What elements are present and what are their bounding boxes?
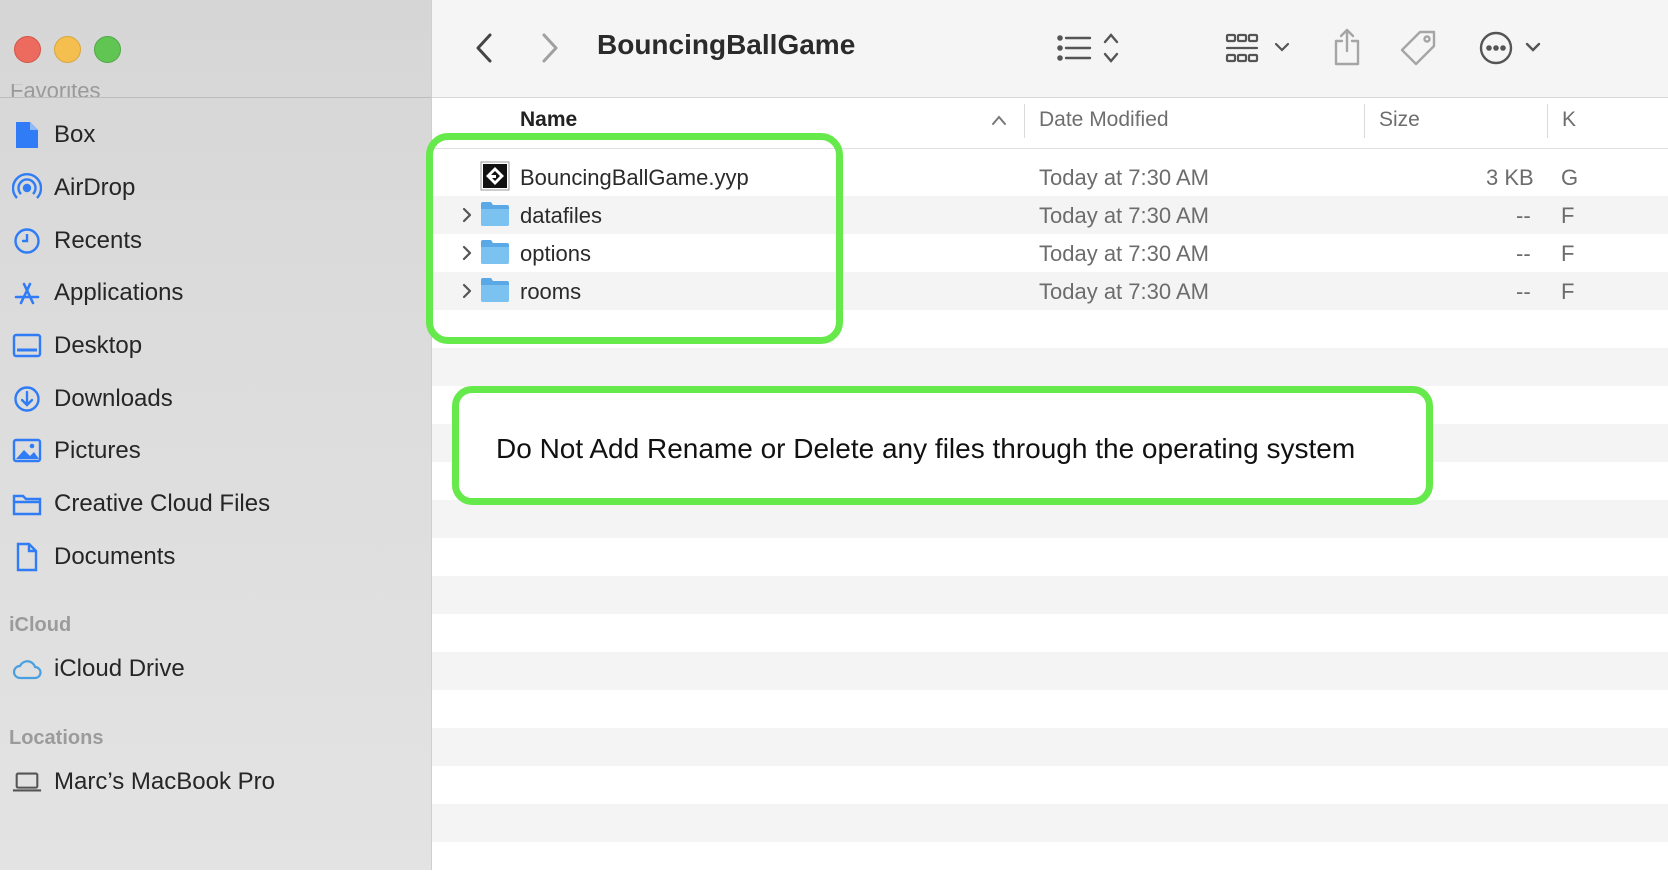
sidebar-item-desktop[interactable]: Desktop — [0, 322, 431, 370]
sidebar-item-label: Desktop — [54, 332, 143, 359]
list-stripe — [432, 690, 1668, 728]
sidebar-item-creative-cloud-files[interactable]: Creative Cloud Files — [0, 480, 431, 528]
clock-icon — [12, 226, 42, 256]
share-icon — [1334, 28, 1360, 66]
sidebar-item-label: Marc’s MacBook Pro — [54, 768, 275, 795]
column-header-date-modified[interactable]: Date Modified — [1039, 108, 1169, 132]
sidebar-section-icloud: iCloud — [9, 614, 72, 636]
minimize-window-button[interactable] — [54, 36, 81, 63]
sidebar-item-pictures[interactable]: Pictures — [0, 427, 431, 475]
column-divider[interactable] — [1547, 104, 1548, 138]
ellipsis-circle-icon — [1479, 31, 1541, 65]
file-date: Today at 7:30 AM — [1039, 203, 1209, 228]
warning-text: Do Not Add Rename or Delete any files th… — [496, 433, 1356, 464]
sidebar-item-label: Recents — [54, 227, 143, 254]
file-size: -- — [1516, 203, 1531, 228]
cloud-icon — [12, 654, 42, 684]
list-stripe — [432, 804, 1668, 842]
applications-icon — [12, 278, 42, 308]
close-window-button[interactable] — [14, 36, 41, 63]
sidebar-item-label: Creative Cloud Files — [54, 490, 271, 517]
favorites-header-partial: Favorites — [10, 78, 101, 98]
sidebar-divider — [0, 97, 431, 98]
sidebar-item-recents[interactable]: Recents — [0, 217, 431, 265]
list-view-icon — [1057, 33, 1119, 63]
back-button[interactable] — [468, 28, 500, 68]
column-header-name[interactable]: Name — [520, 108, 577, 132]
forward-button[interactable] — [534, 28, 566, 68]
group-by-button[interactable] — [1224, 26, 1294, 70]
column-header-size[interactable]: Size — [1379, 108, 1420, 132]
file-kind: G — [1561, 165, 1579, 190]
column-divider[interactable] — [1024, 104, 1025, 138]
warning-callout: Do Not Add Rename or Delete any files th… — [452, 386, 1433, 505]
chevron-right-icon — [542, 33, 558, 63]
sidebar-section-locations: Locations — [9, 727, 104, 749]
view-options-button[interactable] — [1052, 28, 1126, 68]
document-icon — [12, 542, 42, 572]
list-stripe — [432, 500, 1668, 538]
file-kind: F — [1561, 279, 1575, 304]
file-kind: F — [1561, 241, 1575, 266]
file-size: -- — [1516, 241, 1531, 266]
sidebar-item-label: Documents — [54, 543, 176, 570]
file-date: Today at 7:30 AM — [1039, 279, 1209, 304]
sort-ascending-icon — [992, 115, 1006, 125]
sidebar-item-macbook-pro[interactable]: Marc’s MacBook Pro — [0, 758, 431, 806]
list-stripe — [432, 766, 1668, 804]
document-icon — [12, 120, 42, 150]
sidebar-item-applications[interactable]: Applications — [0, 269, 431, 317]
toolbar: BouncingBallGame — [432, 0, 1668, 98]
list-stripe — [432, 348, 1668, 386]
column-divider[interactable] — [1364, 104, 1365, 138]
sidebar-item-label: Applications — [54, 279, 184, 306]
sidebar-item-downloads[interactable]: Downloads — [0, 375, 431, 423]
sidebar-item-icloud-drive[interactable]: iCloud Drive — [0, 645, 431, 693]
tag-icon — [1400, 30, 1436, 66]
sidebar-item-box[interactable]: Box — [0, 111, 431, 159]
list-stripe — [432, 728, 1668, 766]
sidebar-item-label: AirDrop — [54, 174, 136, 201]
pictures-icon — [12, 436, 42, 466]
sidebar-item-label: Pictures — [54, 437, 141, 464]
window-title: BouncingBallGame — [597, 29, 856, 60]
sidebar-item-label: iCloud Drive — [54, 655, 185, 682]
tag-button[interactable] — [1398, 26, 1438, 70]
sidebar-item-label: Box — [54, 121, 96, 148]
file-size: 3 KB — [1486, 165, 1534, 190]
zoom-window-button[interactable] — [94, 36, 121, 63]
file-kind: F — [1561, 203, 1575, 228]
file-date: Today at 7:30 AM — [1039, 165, 1209, 190]
file-size: -- — [1516, 279, 1531, 304]
column-header-kind[interactable]: K — [1562, 108, 1576, 132]
sidebar-item-documents[interactable]: Documents — [0, 533, 431, 581]
laptop-icon — [12, 767, 42, 797]
more-actions-button[interactable] — [1476, 26, 1546, 70]
list-stripe — [432, 614, 1668, 652]
list-stripe — [432, 538, 1668, 576]
download-icon — [12, 384, 42, 414]
folder-icon — [12, 489, 42, 519]
list-stripe — [432, 652, 1668, 690]
share-button[interactable] — [1330, 24, 1364, 70]
sidebar-item-airdrop[interactable]: AirDrop — [0, 164, 431, 212]
sidebar: Favorites Box AirDrop Recents Applicatio… — [0, 0, 432, 870]
sidebar-item-label: Downloads — [54, 385, 173, 412]
file-date: Today at 7:30 AM — [1039, 241, 1209, 266]
grid-group-icon — [1225, 33, 1290, 63]
highlight-box-files — [426, 133, 843, 344]
airdrop-icon — [12, 173, 42, 203]
desktop-icon — [12, 331, 42, 361]
window-controls — [14, 36, 121, 63]
list-stripe — [432, 842, 1668, 880]
list-stripe — [432, 576, 1668, 614]
chevron-left-icon — [476, 33, 492, 63]
